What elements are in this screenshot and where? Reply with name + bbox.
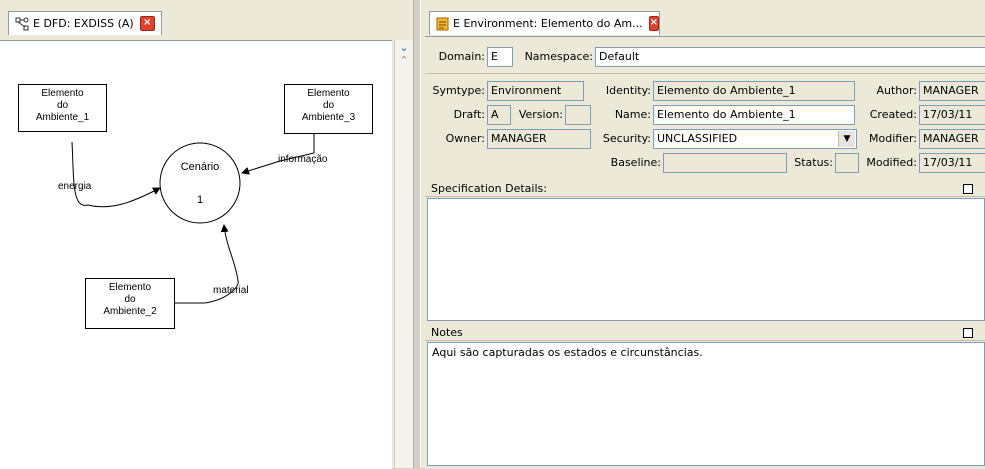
identity-field: Elemento do Ambiente_1 — [653, 81, 855, 101]
symtype-field: Environment — [487, 81, 584, 101]
divider — [425, 73, 985, 74]
dfd-panel: E DFD: EXDISS (A) × Cenário 1 Elemento d… — [0, 0, 413, 469]
dfd-canvas[interactable]: Cenário 1 Elemento do Ambiente_1 Element… — [0, 40, 392, 469]
panel-splitter[interactable] — [413, 0, 421, 468]
author-field: MANAGER — [919, 81, 985, 101]
chevron-down-icon[interactable]: ▼ — [838, 131, 855, 147]
notes-header-label: Notes — [431, 326, 463, 339]
spec-header: Specification Details: — [425, 181, 985, 197]
modified-field: 17/03/11 — [919, 153, 985, 173]
chevron-down-icon[interactable]: ⌄ — [398, 42, 410, 53]
modifier-field: MANAGER — [919, 129, 985, 149]
flow-label-informacao: informação — [278, 154, 328, 165]
owner-label: Owner: — [445, 132, 485, 145]
tab-dfd-title: E DFD: EXDISS (A) — [33, 17, 134, 30]
entity-line3: Ambiente_1 — [35, 112, 90, 123]
form-area: Domain: E Namespace: Default Symtype: En… — [425, 36, 985, 469]
close-icon[interactable]: × — [648, 16, 659, 31]
flow-energia[interactable] — [71, 141, 161, 208]
environment-panel: E Environment: Elemento do Am... × Domai… — [421, 0, 985, 469]
entity-line2: do — [322, 100, 335, 111]
modifier-label: Modifier: — [869, 132, 917, 145]
owner-field: MANAGER — [487, 129, 591, 149]
entity-line1: Elemento — [307, 88, 350, 99]
entity-line1: Elemento — [41, 88, 84, 99]
draft-label: Draft: — [453, 108, 485, 121]
close-icon[interactable]: × — [139, 16, 155, 31]
entity-line3: Ambiente_3 — [301, 112, 356, 123]
security-value: UNCLASSIFIED — [657, 132, 738, 145]
tab-environment-title: E Environment: Elemento do Am... — [453, 17, 643, 30]
entity-line2: do — [124, 294, 136, 305]
flow-label-material: material — [213, 285, 249, 296]
entity-ambiente-3[interactable]: Elemento do Ambiente_3 — [284, 84, 373, 134]
spec-header-label: Specification Details: — [431, 182, 547, 195]
domain-field[interactable]: E — [487, 47, 513, 67]
version-label: Version: — [518, 108, 563, 121]
created-field: 17/03/11 — [919, 105, 985, 125]
symtype-label: Symtype: — [432, 84, 486, 97]
entity-line3: Ambiente_2 — [103, 306, 157, 317]
document-icon — [436, 17, 449, 31]
process-name: Cenário — [180, 161, 220, 173]
entity-ambiente-2[interactable]: Elemento do Ambiente_2 — [85, 278, 175, 329]
process-circle[interactable] — [159, 142, 241, 224]
process-number: 1 — [196, 194, 204, 206]
name-label: Name: — [614, 108, 651, 121]
namespace-field[interactable]: Default — [595, 47, 985, 67]
dfd-diagram-icon — [15, 17, 29, 31]
flow-informacao[interactable] — [241, 133, 315, 175]
tab-environment[interactable]: E Environment: Elemento do Am... × — [429, 11, 660, 35]
security-label: Security: — [602, 132, 651, 145]
status-label: Status: — [794, 156, 833, 169]
baseline-field — [663, 153, 787, 173]
status-field — [835, 153, 859, 173]
draft-field: A — [487, 105, 511, 125]
modified-label: Modified: — [866, 156, 917, 169]
entity-line1: Elemento — [108, 282, 152, 293]
notes-textarea[interactable]: Aqui são capturadas os estados e circuns… — [427, 342, 985, 466]
baseline-label: Baseline: — [610, 156, 661, 169]
flow-label-energia: energia — [58, 181, 92, 192]
author-label: Author: — [876, 84, 917, 97]
identity-label: Identity: — [605, 84, 651, 97]
maximize-icon[interactable] — [963, 328, 973, 338]
tab-dfd-exdiss[interactable]: E DFD: EXDISS (A) × — [8, 11, 162, 35]
vertical-scrollbar[interactable]: ⌄ ⌃ — [394, 40, 413, 468]
namespace-label: Namespace: — [524, 50, 593, 63]
spec-textarea[interactable] — [427, 198, 985, 321]
entity-line2: do — [56, 100, 69, 111]
chevron-up-icon[interactable]: ⌃ — [398, 55, 410, 66]
maximize-icon[interactable] — [963, 184, 973, 194]
domain-label: Domain: — [438, 50, 485, 63]
name-field[interactable]: Elemento do Ambiente_1 — [653, 105, 855, 125]
notes-header: Notes — [425, 325, 985, 341]
version-field — [565, 105, 591, 125]
entity-ambiente-1[interactable]: Elemento do Ambiente_1 — [18, 84, 107, 132]
created-label: Created: — [869, 108, 917, 121]
security-select[interactable]: UNCLASSIFIED ▼ — [653, 129, 857, 149]
